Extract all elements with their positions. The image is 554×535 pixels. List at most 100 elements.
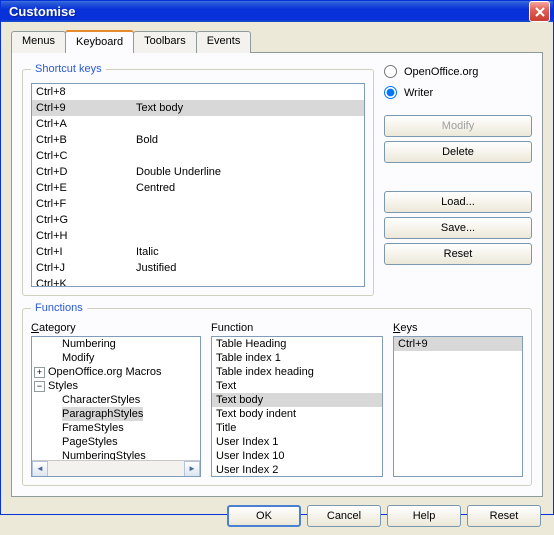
function-list[interactable]: Table HeadingTable index 1Table index he… (211, 336, 383, 477)
keys-list[interactable]: Ctrl+9 (393, 336, 523, 477)
function-row[interactable]: Text (212, 379, 382, 393)
shortcut-row[interactable]: Ctrl+G (32, 212, 364, 228)
tab-toolbars[interactable]: Toolbars (133, 31, 197, 53)
scope-openoffice[interactable]: OpenOffice.org (384, 63, 532, 80)
help-button[interactable]: Help (387, 505, 461, 527)
functions-group: Functions Category NumberingModify+OpenO… (22, 302, 532, 486)
shortcut-function: Centred (136, 181, 360, 195)
shortcut-function (136, 277, 360, 287)
ok-button[interactable]: OK (227, 505, 301, 527)
shortcut-row[interactable]: Ctrl+IItalic (32, 244, 364, 260)
tree-label: Modify (62, 351, 94, 365)
scope-writer-radio[interactable] (384, 86, 397, 99)
tree-row[interactable]: ParagraphStyles (32, 407, 200, 421)
category-tree[interactable]: NumberingModify+OpenOffice.org Macros−St… (31, 336, 201, 477)
collapse-icon[interactable]: − (34, 381, 45, 392)
shortcut-keys-list[interactable]: Ctrl+8Ctrl+9Text bodyCtrl+ACtrl+BBoldCtr… (31, 83, 365, 287)
tree-label: ParagraphStyles (62, 407, 143, 421)
modify-button[interactable]: Modify (384, 115, 532, 137)
shortcut-row[interactable]: Ctrl+A (32, 116, 364, 132)
shortcut-key: Ctrl+J (36, 261, 136, 275)
tree-label: FrameStyles (62, 421, 124, 435)
functions-legend: Functions (31, 302, 87, 314)
scroll-right-icon[interactable]: ► (184, 461, 200, 477)
tree-row[interactable]: Modify (32, 351, 200, 365)
function-row[interactable]: Text body (212, 393, 382, 407)
function-row[interactable]: Table index 1 (212, 351, 382, 365)
tree-row[interactable]: FrameStyles (32, 421, 200, 435)
scope-writer[interactable]: Writer (384, 84, 532, 101)
expand-icon[interactable]: + (34, 367, 45, 378)
shortcut-function: Text body (136, 101, 360, 115)
shortcut-key: Ctrl+C (36, 149, 136, 163)
function-label: Function (211, 322, 383, 334)
tab-strip: Menus Keyboard Toolbars Events (11, 30, 543, 52)
keys-row[interactable]: Ctrl+9 (394, 337, 522, 351)
function-row[interactable]: User Index 10 (212, 449, 382, 463)
close-icon (535, 7, 545, 17)
shortcut-key: Ctrl+F (36, 197, 136, 211)
shortcut-key: Ctrl+9 (36, 101, 136, 115)
delete-button[interactable]: Delete (384, 141, 532, 163)
shortcut-key: Ctrl+D (36, 165, 136, 179)
cancel-button[interactable]: Cancel (307, 505, 381, 527)
tree-label: OpenOffice.org Macros (48, 365, 162, 379)
shortcut-function: Italic (136, 245, 360, 259)
shortcut-function: Justified (136, 261, 360, 275)
shortcut-row[interactable]: Ctrl+C (32, 148, 364, 164)
tree-row[interactable]: NumberingStyles (32, 449, 200, 460)
tab-menus[interactable]: Menus (11, 31, 66, 53)
dialog-button-row: OK Cancel Help Reset (11, 497, 543, 527)
shortcut-key: Ctrl+A (36, 117, 136, 131)
shortcut-row[interactable]: Ctrl+F (32, 196, 364, 212)
tree-row[interactable]: Numbering (32, 337, 200, 351)
shortcut-key: Ctrl+I (36, 245, 136, 259)
right-column: OpenOffice.org Writer Modify Delete Load… (384, 63, 532, 296)
function-row[interactable]: User Index 2 (212, 463, 382, 477)
category-hscrollbar[interactable]: ◄ ► (32, 460, 200, 476)
titlebar: Customise (1, 1, 553, 22)
tree-label: NumberingStyles (62, 449, 146, 460)
shortcut-row[interactable]: Ctrl+9Text body (32, 100, 364, 116)
scope-openoffice-radio[interactable] (384, 65, 397, 78)
shortcut-row[interactable]: Ctrl+8 (32, 84, 364, 100)
tree-row[interactable]: +OpenOffice.org Macros (32, 365, 200, 379)
keys-label: Keys (393, 322, 523, 334)
scope-writer-label: Writer (404, 87, 433, 99)
shortcut-function (136, 229, 360, 243)
scroll-left-icon[interactable]: ◄ (32, 461, 48, 477)
tree-row[interactable]: −Styles (32, 379, 200, 393)
shortcut-row[interactable]: Ctrl+DDouble Underline (32, 164, 364, 180)
function-row[interactable]: Title (212, 421, 382, 435)
load-button[interactable]: Load... (384, 191, 532, 213)
shortcut-key: Ctrl+H (36, 229, 136, 243)
dialog-content: Menus Keyboard Toolbars Events Shortcut … (1, 22, 553, 535)
function-row[interactable]: Table Heading (212, 337, 382, 351)
tree-label: CharacterStyles (62, 393, 140, 407)
shortcut-key: Ctrl+B (36, 133, 136, 147)
shortcut-function (136, 149, 360, 163)
shortcut-row[interactable]: Ctrl+BBold (32, 132, 364, 148)
shortcut-row[interactable]: Ctrl+H (32, 228, 364, 244)
shortcut-row[interactable]: Ctrl+ECentred (32, 180, 364, 196)
dialog-reset-button[interactable]: Reset (467, 505, 541, 527)
category-label: Category (31, 322, 201, 334)
tab-events[interactable]: Events (196, 31, 252, 53)
function-row[interactable]: Table index heading (212, 365, 382, 379)
tree-row[interactable]: PageStyles (32, 435, 200, 449)
function-row[interactable]: Text body indent (212, 407, 382, 421)
tree-label: Numbering (62, 337, 116, 351)
tab-keyboard[interactable]: Keyboard (65, 30, 134, 52)
shortcut-row[interactable]: Ctrl+JJustified (32, 260, 364, 276)
close-button[interactable] (529, 1, 550, 22)
shortcut-key: Ctrl+G (36, 213, 136, 227)
shortcut-key: Ctrl+E (36, 181, 136, 195)
shortcut-function (136, 197, 360, 211)
tree-label: PageStyles (62, 435, 118, 449)
shortcut-function (136, 117, 360, 131)
function-row[interactable]: User Index 1 (212, 435, 382, 449)
shortcut-row[interactable]: Ctrl+K (32, 276, 364, 287)
tree-row[interactable]: CharacterStyles (32, 393, 200, 407)
reset-button[interactable]: Reset (384, 243, 532, 265)
save-button[interactable]: Save... (384, 217, 532, 239)
